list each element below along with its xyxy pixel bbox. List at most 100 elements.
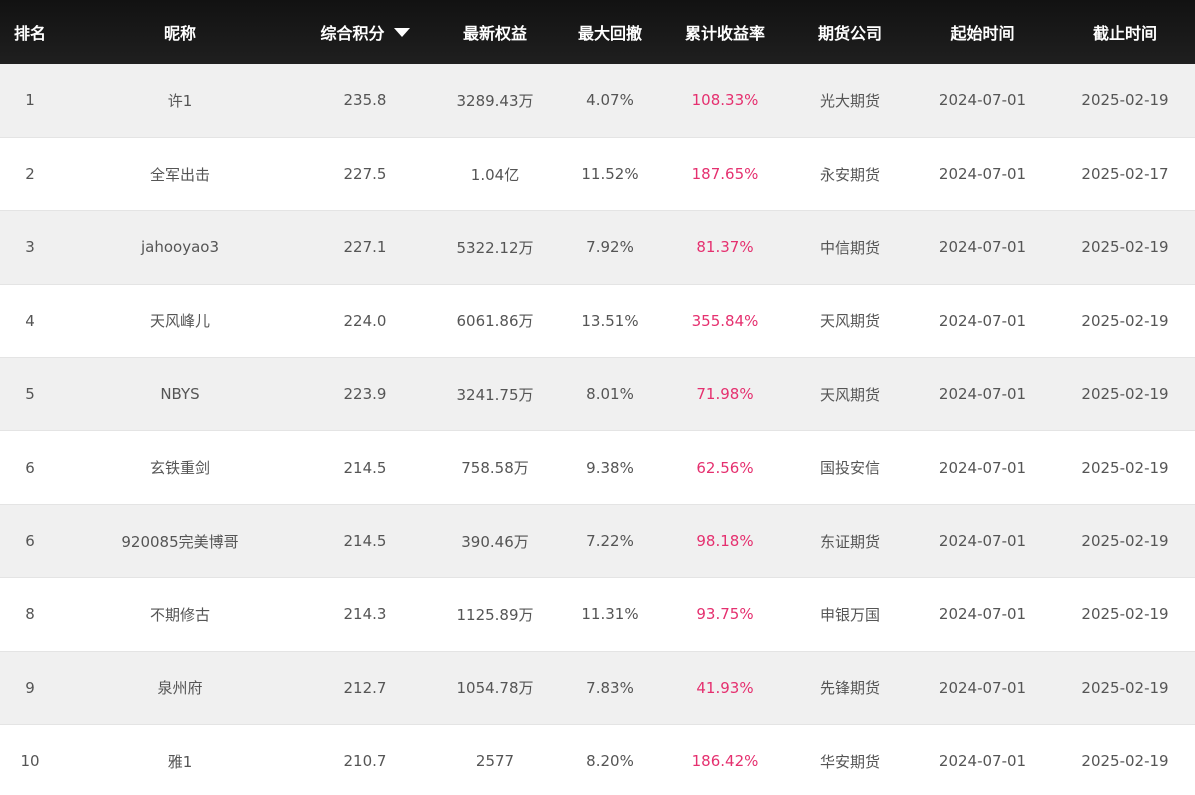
cell-score: 212.7 (300, 651, 430, 726)
header-end-date[interactable]: 截止时间 (1055, 0, 1195, 64)
header-company[interactable]: 期货公司 (790, 0, 910, 64)
header-equity[interactable]: 最新权益 (430, 0, 560, 64)
cell-score: 227.1 (300, 210, 430, 285)
cell-nickname[interactable]: 全军出击 (60, 137, 300, 212)
cell-rank: 4 (0, 284, 60, 359)
table-row[interactable]: 9 泉州府 212.7 1054.78万 7.83% 41.93% 先锋期货 2… (0, 651, 1195, 726)
cell-nickname[interactable]: 天风峰儿 (60, 284, 300, 359)
cell-end-date: 2025-02-19 (1055, 430, 1195, 505)
cell-return-rate: 62.56% (660, 430, 790, 505)
cell-company: 光大期货 (790, 64, 910, 138)
table-row[interactable]: 3 jahooyao3 227.1 5322.12万 7.92% 81.37% … (0, 210, 1195, 285)
cell-drawdown: 11.31% (560, 577, 660, 652)
cell-nickname[interactable]: jahooyao3 (60, 210, 300, 285)
cell-score: 210.7 (300, 724, 430, 795)
cell-return-rate: 93.75% (660, 577, 790, 652)
cell-nickname[interactable]: 玄铁重剑 (60, 430, 300, 505)
table-row[interactable]: 4 天风峰儿 224.0 6061.86万 13.51% 355.84% 天风期… (0, 284, 1195, 359)
header-return-rate[interactable]: 累计收益率 (660, 0, 790, 64)
cell-rank: 1 (0, 64, 60, 138)
triangle-down-icon[interactable] (393, 28, 410, 37)
cell-company: 东证期货 (790, 504, 910, 579)
cell-rank: 6 (0, 504, 60, 579)
cell-start-date: 2024-07-01 (910, 64, 1055, 138)
cell-rank: 5 (0, 357, 60, 432)
cell-end-date: 2025-02-19 (1055, 724, 1195, 795)
cell-nickname[interactable]: 不期修古 (60, 577, 300, 652)
cell-equity: 2577 (430, 724, 560, 795)
cell-nickname[interactable]: NBYS (60, 357, 300, 432)
cell-equity: 5322.12万 (430, 210, 560, 285)
cell-drawdown: 8.20% (560, 724, 660, 795)
cell-rank: 2 (0, 137, 60, 212)
table-row[interactable]: 5 NBYS 223.9 3241.75万 8.01% 71.98% 天风期货 … (0, 357, 1195, 432)
cell-nickname[interactable]: 许1 (60, 64, 300, 138)
cell-return-rate: 71.98% (660, 357, 790, 432)
table-row[interactable]: 2 全军出击 227.5 1.04亿 11.52% 187.65% 永安期货 2… (0, 137, 1195, 212)
cell-rank: 10 (0, 724, 60, 795)
cell-drawdown: 13.51% (560, 284, 660, 359)
cell-company: 先锋期货 (790, 651, 910, 726)
cell-start-date: 2024-07-01 (910, 137, 1055, 212)
cell-nickname[interactable]: 雅1 (60, 724, 300, 795)
cell-return-rate: 187.65% (660, 137, 790, 212)
header-nickname[interactable]: 昵称 (60, 0, 300, 64)
cell-start-date: 2024-07-01 (910, 210, 1055, 285)
cell-company: 天风期货 (790, 284, 910, 359)
table-header-row: 排名 昵称 综合积分 最新权益 最大回撤 累计收益率 期货公司 起始时间 截止时… (0, 0, 1195, 64)
cell-equity: 3289.43万 (430, 64, 560, 138)
cell-company: 永安期货 (790, 137, 910, 212)
cell-rank: 9 (0, 651, 60, 726)
cell-nickname[interactable]: 920085完美博哥 (60, 504, 300, 579)
cell-start-date: 2024-07-01 (910, 430, 1055, 505)
cell-return-rate: 81.37% (660, 210, 790, 285)
cell-drawdown: 4.07% (560, 64, 660, 138)
ranking-table-container: 排名 昵称 综合积分 最新权益 最大回撤 累计收益率 期货公司 起始时间 截止时… (0, 0, 1195, 795)
table-row[interactable]: 1 许1 235.8 3289.43万 4.07% 108.33% 光大期货 2… (0, 64, 1195, 138)
cell-equity: 1.04亿 (430, 137, 560, 212)
table-row[interactable]: 6 玄铁重剑 214.5 758.58万 9.38% 62.56% 国投安信 2… (0, 430, 1195, 505)
cell-return-rate: 355.84% (660, 284, 790, 359)
cell-drawdown: 7.83% (560, 651, 660, 726)
header-start-date[interactable]: 起始时间 (910, 0, 1055, 64)
table-row[interactable]: 10 雅1 210.7 2577 8.20% 186.42% 华安期货 2024… (0, 724, 1195, 795)
cell-company: 申银万国 (790, 577, 910, 652)
cell-return-rate: 98.18% (660, 504, 790, 579)
cell-nickname[interactable]: 泉州府 (60, 651, 300, 726)
cell-company: 华安期货 (790, 724, 910, 795)
cell-equity: 758.58万 (430, 430, 560, 505)
cell-equity: 1125.89万 (430, 577, 560, 652)
cell-end-date: 2025-02-19 (1055, 64, 1195, 138)
cell-score: 214.3 (300, 577, 430, 652)
cell-end-date: 2025-02-19 (1055, 504, 1195, 579)
table-row[interactable]: 6 920085完美博哥 214.5 390.46万 7.22% 98.18% … (0, 504, 1195, 579)
cell-start-date: 2024-07-01 (910, 577, 1055, 652)
cell-end-date: 2025-02-19 (1055, 577, 1195, 652)
cell-return-rate: 41.93% (660, 651, 790, 726)
cell-rank: 3 (0, 210, 60, 285)
cell-equity: 3241.75万 (430, 357, 560, 432)
cell-drawdown: 11.52% (560, 137, 660, 212)
cell-score: 235.8 (300, 64, 430, 138)
cell-start-date: 2024-07-01 (910, 724, 1055, 795)
cell-score: 227.5 (300, 137, 430, 212)
cell-start-date: 2024-07-01 (910, 357, 1055, 432)
cell-return-rate: 186.42% (660, 724, 790, 795)
cell-drawdown: 7.92% (560, 210, 660, 285)
header-drawdown[interactable]: 最大回撤 (560, 0, 660, 64)
cell-equity: 6061.86万 (430, 284, 560, 359)
cell-score: 224.0 (300, 284, 430, 359)
cell-drawdown: 7.22% (560, 504, 660, 579)
cell-equity: 1054.78万 (430, 651, 560, 726)
cell-drawdown: 8.01% (560, 357, 660, 432)
cell-start-date: 2024-07-01 (910, 284, 1055, 359)
header-rank[interactable]: 排名 (0, 0, 60, 64)
table-row[interactable]: 8 不期修古 214.3 1125.89万 11.31% 93.75% 申银万国… (0, 577, 1195, 652)
header-score[interactable]: 综合积分 (300, 0, 430, 64)
cell-company: 天风期货 (790, 357, 910, 432)
header-score-label: 综合积分 (320, 24, 385, 43)
cell-end-date: 2025-02-17 (1055, 137, 1195, 212)
cell-company: 国投安信 (790, 430, 910, 505)
cell-rank: 8 (0, 577, 60, 652)
cell-score: 214.5 (300, 430, 430, 505)
